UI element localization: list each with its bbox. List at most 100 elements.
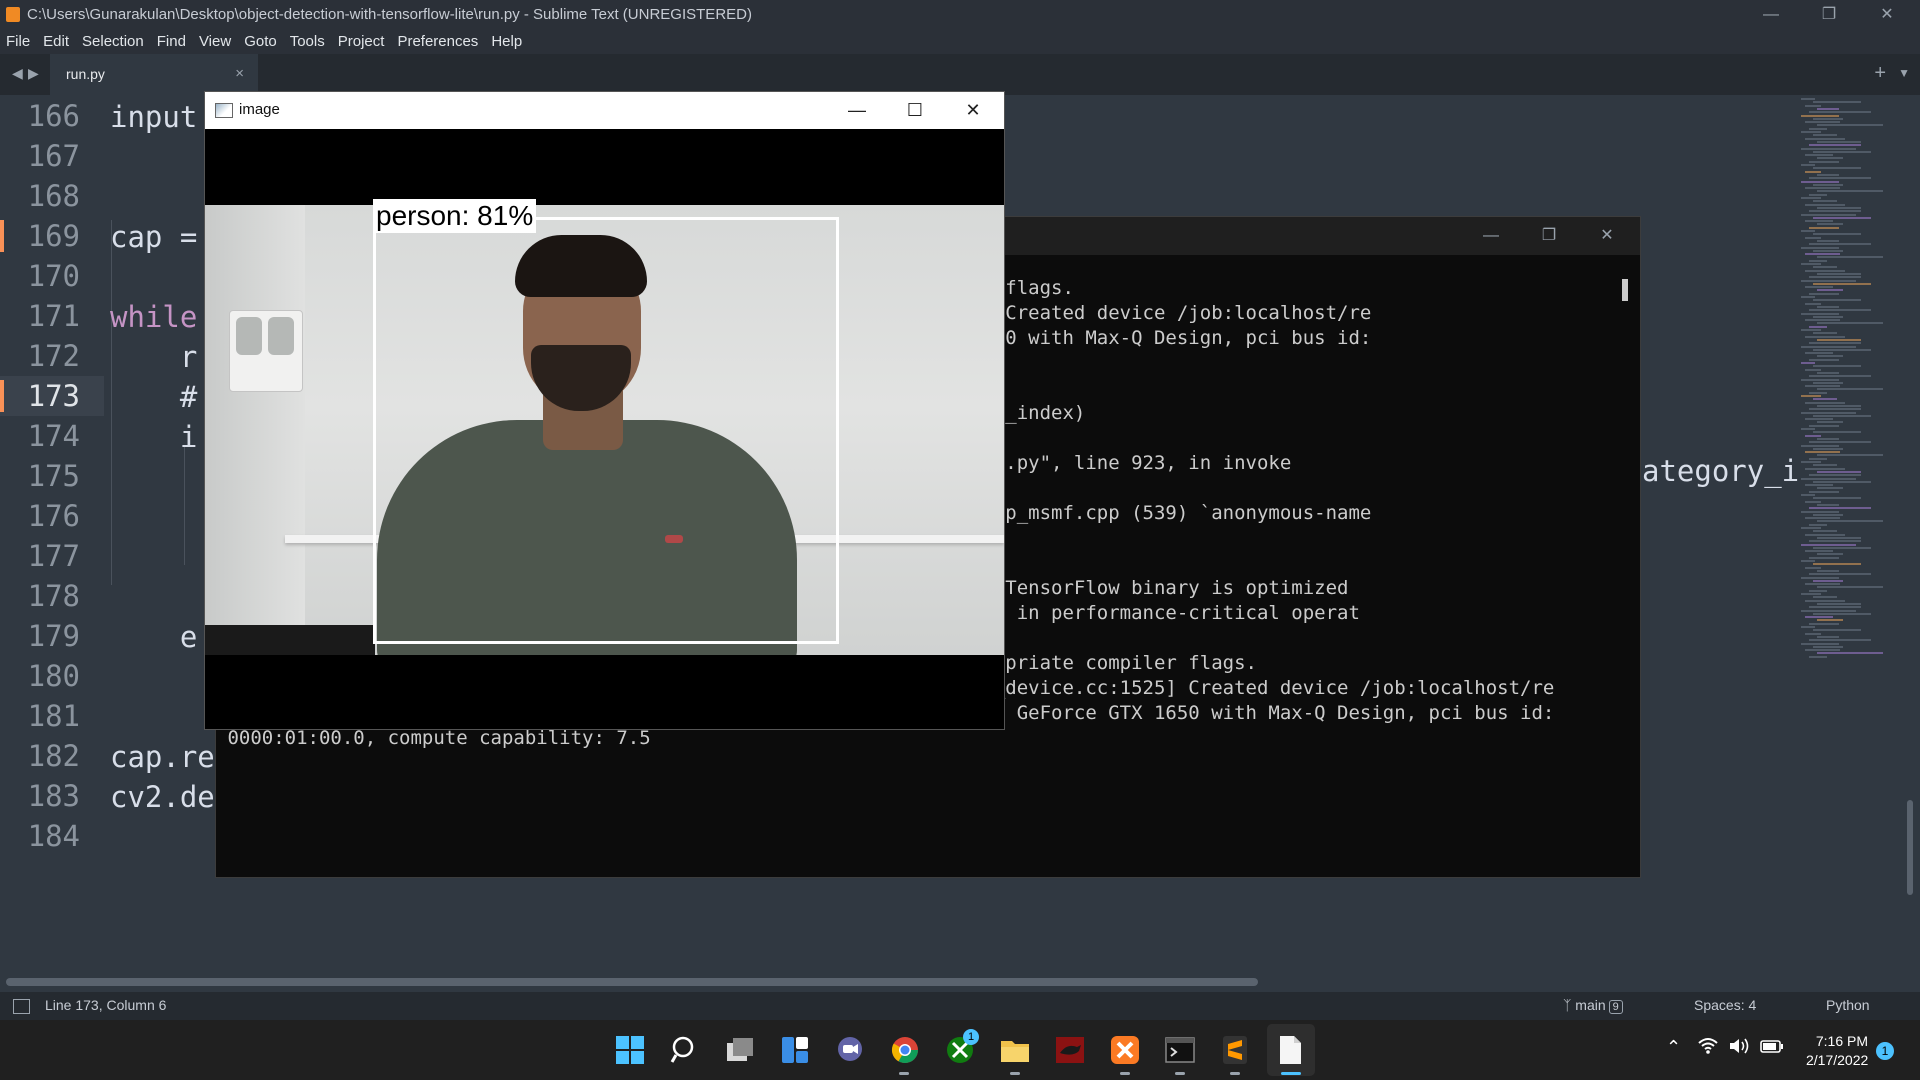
line-number[interactable]: 171 xyxy=(0,296,104,336)
start-icon[interactable] xyxy=(613,1033,647,1067)
indentation-setting[interactable]: Spaces: 4 xyxy=(1694,997,1756,1013)
menu-goto[interactable]: Goto xyxy=(238,29,284,50)
minimap-line xyxy=(1801,609,1856,612)
image-close-button[interactable]: ✕ xyxy=(944,92,1002,129)
menu-file[interactable]: File xyxy=(0,29,37,50)
notification-badge[interactable]: 1 xyxy=(1876,1042,1894,1060)
sublime-icon[interactable] xyxy=(1218,1033,1252,1067)
minimap-line xyxy=(1809,111,1871,114)
menu-preferences[interactable]: Preferences xyxy=(391,29,485,50)
minimap-line xyxy=(1805,286,1833,289)
minimap-line xyxy=(1801,494,1815,496)
close-button[interactable]: ✕ xyxy=(1858,0,1916,29)
menu-edit[interactable]: Edit xyxy=(37,29,76,50)
code-line[interactable]: # xyxy=(110,380,197,414)
code-line[interactable]: r xyxy=(110,340,197,374)
tab-run-py[interactable]: run.py × xyxy=(50,54,258,95)
terminal-icon[interactable] xyxy=(1163,1033,1197,1067)
menu-project[interactable]: Project xyxy=(332,29,392,50)
console-minimize-button[interactable]: — xyxy=(1462,221,1520,251)
search-icon[interactable] xyxy=(668,1033,702,1067)
syntax-selector[interactable]: Python xyxy=(1826,997,1870,1013)
code-line[interactable]: input xyxy=(110,100,197,134)
horizontal-scrollbar[interactable] xyxy=(6,978,1258,986)
minimap-line xyxy=(1805,104,1821,107)
line-number-label: 182 xyxy=(27,739,80,773)
line-number[interactable]: 183 xyxy=(0,776,104,816)
volume-icon[interactable] xyxy=(1728,1037,1750,1060)
vertical-scrollbar[interactable] xyxy=(1907,800,1913,895)
xampp-icon[interactable] xyxy=(1108,1033,1142,1067)
code-line[interactable]: cap.re xyxy=(110,740,215,774)
git-branch[interactable]: ᛉ main 9 xyxy=(1563,997,1623,1014)
ratcatcher-icon[interactable] xyxy=(1053,1033,1087,1067)
line-number-label: 172 xyxy=(27,339,80,373)
menu-find[interactable]: Find xyxy=(151,29,193,50)
line-number[interactable]: 180 xyxy=(0,656,104,696)
code-line[interactable]: cap = xyxy=(110,220,197,254)
chat-icon[interactable] xyxy=(833,1033,867,1067)
new-tab-icon[interactable]: + xyxy=(1874,62,1886,85)
line-number[interactable]: 169 xyxy=(0,216,104,256)
line-number[interactable]: 178 xyxy=(0,576,104,616)
line-number[interactable]: 175 xyxy=(0,456,104,496)
line-number[interactable]: 179 xyxy=(0,616,104,656)
minimap-line xyxy=(1813,530,1837,533)
panel-toggle-icon[interactable] xyxy=(13,999,30,1014)
line-number-label: 177 xyxy=(27,539,80,573)
line-number[interactable]: 172 xyxy=(0,336,104,376)
battery-icon[interactable] xyxy=(1760,1037,1784,1060)
wifi-icon[interactable] xyxy=(1698,1037,1718,1060)
code-line[interactable]: cv2.de xyxy=(110,780,215,814)
menu-selection[interactable]: Selection xyxy=(76,29,151,50)
system-clock[interactable]: 7:16 PM 2/17/2022 xyxy=(1806,1032,1868,1070)
menu-view[interactable]: View xyxy=(193,29,238,50)
menu-tools[interactable]: Tools xyxy=(284,29,332,50)
tab-back-icon[interactable]: ◀ xyxy=(12,65,23,82)
line-number[interactable]: 177 xyxy=(0,536,104,576)
line-number[interactable]: 167 xyxy=(0,136,104,176)
code-line[interactable]: e xyxy=(110,620,197,654)
tray-overflow-chevron-icon[interactable]: ⌃ xyxy=(1666,1037,1681,1058)
line-number[interactable]: 173 xyxy=(0,376,104,416)
line-number[interactable]: 170 xyxy=(0,256,104,296)
minimap-line xyxy=(1817,338,1861,341)
minimap-line xyxy=(1809,540,1861,543)
console-close-button[interactable]: ✕ xyxy=(1578,221,1636,251)
line-number[interactable]: 176 xyxy=(0,496,104,536)
minimap-line xyxy=(1813,447,1843,450)
cursor-position[interactable]: Line 173, Column 6 xyxy=(45,997,166,1013)
line-number[interactable]: 182 xyxy=(0,736,104,776)
minimap-line xyxy=(1813,612,1871,615)
minimize-button[interactable]: — xyxy=(1742,0,1800,29)
code-line[interactable]: i xyxy=(110,420,197,454)
tab-forward-icon[interactable]: ▶ xyxy=(28,65,39,82)
console-maximize-button[interactable]: ❐ xyxy=(1520,221,1578,251)
image-maximize-button[interactable]: ☐ xyxy=(886,92,944,129)
minimap[interactable] xyxy=(1797,95,1907,975)
plug xyxy=(236,317,262,355)
chrome-icon[interactable] xyxy=(888,1033,922,1067)
maximize-button[interactable]: ❐ xyxy=(1800,0,1858,29)
line-number[interactable]: 184 xyxy=(0,816,104,856)
tab-list-icon[interactable]: ▼ xyxy=(1898,66,1910,80)
image-window[interactable]: image — ☐ ✕ person: 81% xyxy=(204,91,1005,730)
notepad-icon[interactable] xyxy=(1273,1033,1307,1067)
app-active-indicator xyxy=(1281,1072,1301,1075)
line-number[interactable]: 166 xyxy=(0,96,104,136)
file-explorer-icon[interactable] xyxy=(998,1033,1032,1067)
line-number[interactable]: 174 xyxy=(0,416,104,456)
code-line[interactable]: while xyxy=(110,300,197,334)
image-minimize-button[interactable]: — xyxy=(828,92,886,129)
minimap-line xyxy=(1813,117,1843,120)
line-number[interactable]: 181 xyxy=(0,696,104,736)
code-overflow-text: ategory_i xyxy=(1642,454,1800,488)
taskbar: 1 ⌃ 7:16 PM 2/17/2022 1 xyxy=(0,1020,1920,1080)
task-view-icon[interactable] xyxy=(723,1033,757,1067)
console-scrollbar[interactable] xyxy=(1622,279,1628,301)
clock-time: 7:16 PM xyxy=(1815,1033,1868,1049)
menu-help[interactable]: Help xyxy=(485,29,529,50)
widgets-icon[interactable] xyxy=(778,1033,812,1067)
line-number[interactable]: 168 xyxy=(0,176,104,216)
tab-close-icon[interactable]: × xyxy=(235,65,244,82)
